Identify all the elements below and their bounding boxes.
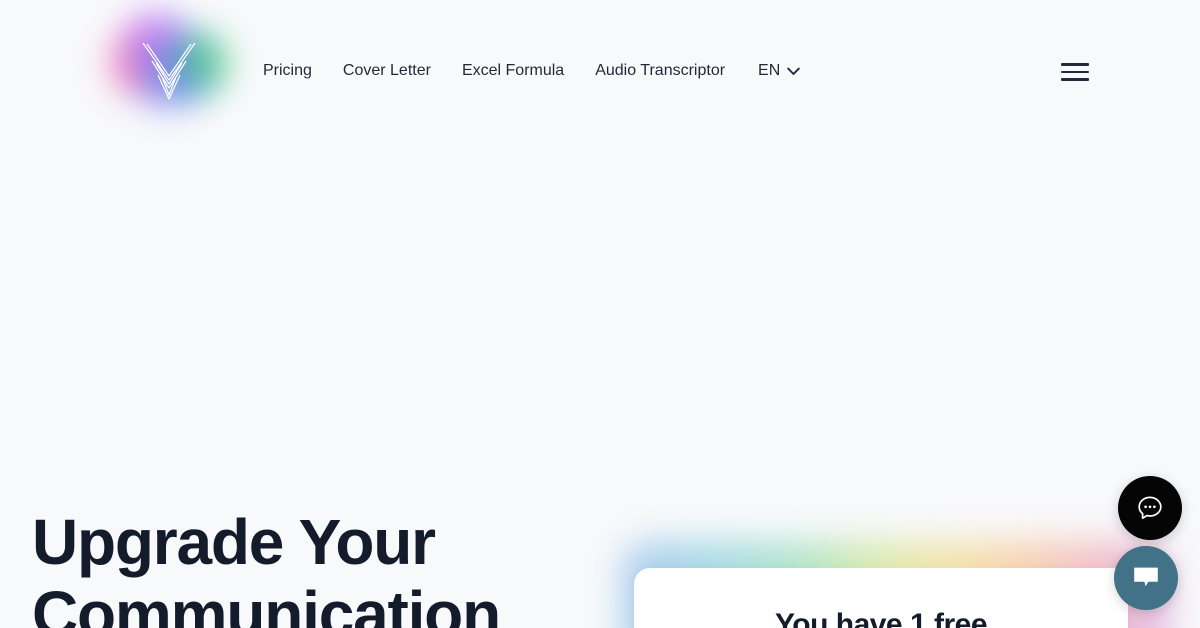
primary-nav: Pricing Cover Letter Excel Formula Audio… — [263, 59, 801, 83]
hamburger-menu-icon[interactable] — [1061, 58, 1089, 86]
v-mark-logo-icon — [141, 42, 196, 100]
chat-launcher-button[interactable] — [1118, 476, 1182, 540]
page-title: Upgrade Your Communication — [32, 506, 501, 628]
chevron-down-icon — [787, 67, 801, 76]
page-root: Pricing Cover Letter Excel Formula Audio… — [0, 0, 1200, 628]
support-chat-button[interactable] — [1114, 546, 1178, 610]
nav-item-audio-transcriptor[interactable]: Audio Transcriptor — [595, 59, 725, 83]
promo-card-heading: You have 1 free — [774, 608, 988, 628]
chat-bubble-dots-icon — [1138, 496, 1162, 520]
promo-card-container: You have 1 free — [610, 530, 1178, 628]
site-header: Pricing Cover Letter Excel Formula Audio… — [0, 0, 1200, 143]
nav-item-excel-formula[interactable]: Excel Formula — [462, 59, 564, 83]
promo-card: You have 1 free — [634, 568, 1128, 628]
nav-item-pricing[interactable]: Pricing — [263, 59, 312, 83]
nav-item-cover-letter[interactable]: Cover Letter — [343, 59, 431, 83]
brand-logo[interactable] — [110, 12, 228, 114]
chat-bubble-filled-icon — [1134, 567, 1158, 587]
language-selector-value: EN — [758, 62, 781, 79]
language-selector[interactable]: EN — [758, 59, 801, 83]
